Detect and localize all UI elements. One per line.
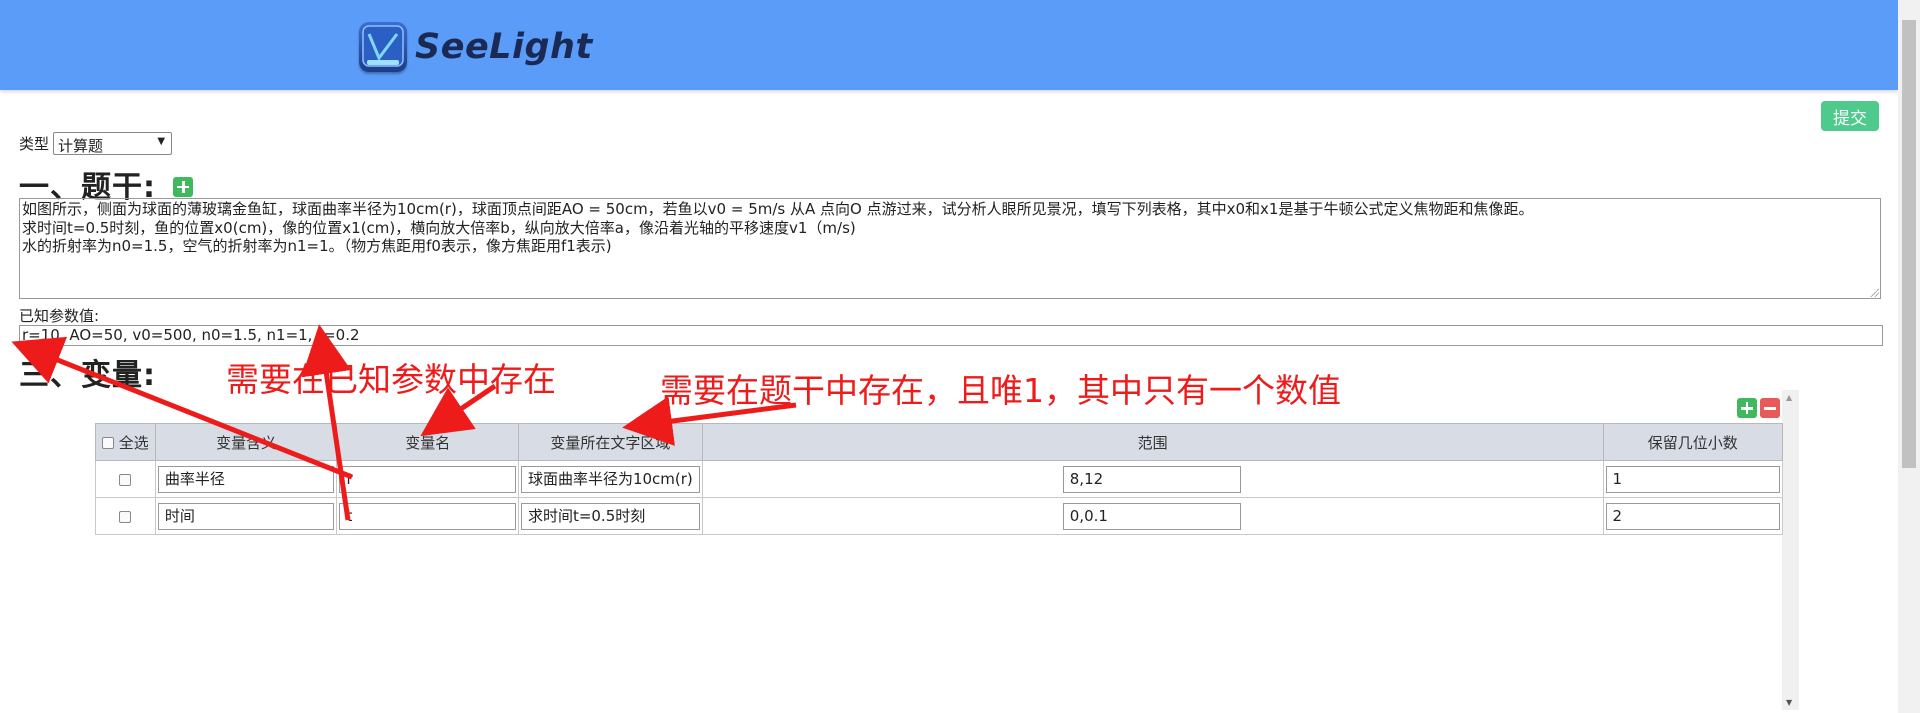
column-header: 范围	[701, 423, 1604, 461]
stem-line: 如图所示，侧面为球面的薄玻璃金鱼缸，球面曲率半径为10cm(r)，球面顶点间距A…	[22, 200, 1534, 218]
decimals-cell: 1	[1602, 460, 1783, 498]
remove-row-icon[interactable]	[1760, 398, 1780, 418]
table-scrollbar[interactable]: ▲ ▼	[1782, 390, 1799, 710]
resize-handle-icon[interactable]	[1869, 287, 1879, 297]
range-cell: 0,0.1	[701, 497, 1604, 535]
table-row: 时间 t 求时间t=0.5时刻 0,0.1 2	[95, 497, 1783, 535]
logo[interactable]: SeeLight	[359, 22, 593, 72]
table-header-row: 全选 变量含义 变量名 变量所在文字区域 范围 保留几位小数	[95, 423, 1783, 461]
submit-button[interactable]: 提交	[1821, 101, 1879, 131]
scrollbar-thumb[interactable]	[1902, 20, 1916, 468]
row-checkbox[interactable]	[119, 473, 132, 486]
column-header: 变量名	[336, 423, 519, 461]
dropdown-arrow-icon: ▼	[157, 136, 166, 147]
row-checkbox[interactable]	[119, 510, 132, 523]
logo-icon	[359, 22, 407, 72]
stem-line: 求时间t=0.5时刻，鱼的位置x0(cm)，像的位置x1(cm)，横向放大倍率b…	[22, 218, 856, 237]
type-label: 类型	[19, 135, 50, 153]
section-vars-heading: 三、变量:	[19, 350, 156, 394]
type-row: 类型 计算题 ▼	[19, 132, 173, 155]
column-header: 变量含义	[154, 423, 338, 461]
select-all-label: 全选	[118, 433, 149, 452]
known-params-input[interactable]: r=10, AO=50, v0=500, n0=1.5, n1=1, t=0.2	[19, 325, 1883, 346]
scroll-down-icon[interactable]: ▼	[1786, 698, 1792, 707]
region-input[interactable]: 求时间t=0.5时刻	[520, 502, 700, 530]
stem-line: 水的折射率为n0=1.5，空气的折射率为n1=1。（物方焦距用f0表示，像方焦距…	[22, 237, 612, 255]
decimals-input[interactable]: 1	[1605, 465, 1780, 493]
meaning-cell: 曲率半径	[154, 460, 338, 498]
column-header: 保留几位小数	[1602, 423, 1783, 461]
region-cell: 球面曲率半径为10cm(r)	[517, 460, 703, 498]
column-header: 变量所在文字区域	[517, 423, 703, 461]
type-select-value: 计算题	[58, 137, 104, 155]
decimals-input[interactable]: 2	[1605, 502, 1780, 530]
name-input[interactable]: r	[339, 465, 516, 493]
annotation-stem-unique: 需要在题干中存在，且唯1，其中只有一个数值	[660, 371, 1341, 410]
annotation-known-params: 需要在已知参数中存在	[226, 360, 556, 399]
add-stem-icon[interactable]	[173, 176, 194, 197]
row-select-cell	[95, 497, 156, 535]
region-input[interactable]: 球面曲率半径为10cm(r)	[520, 465, 700, 493]
range-input[interactable]: 8,12	[1062, 465, 1241, 493]
stem-textarea[interactable]: 如图所示，侧面为球面的薄玻璃金鱼缸，球面曲率半径为10cm(r)，球面顶点间距A…	[19, 198, 1881, 299]
known-params-label: 已知参数值:	[19, 307, 100, 325]
page-scrollbar[interactable]	[1898, 0, 1920, 713]
range-cell: 8,12	[701, 460, 1604, 498]
meaning-input[interactable]: 时间	[157, 502, 335, 530]
table-tools	[1737, 398, 1780, 418]
name-cell: r	[336, 460, 519, 498]
section-vars-title: 三、变量:	[19, 358, 156, 393]
scroll-up-icon[interactable]: ▲	[1786, 393, 1792, 402]
region-cell: 求时间t=0.5时刻	[517, 497, 703, 535]
name-input[interactable]: t	[339, 502, 516, 530]
variables-table: 全选 变量含义 变量名 变量所在文字区域 范围 保留几位小数 曲率半径 r 球面…	[95, 423, 1783, 535]
app-header: SeeLight	[0, 0, 1898, 90]
meaning-cell: 时间	[154, 497, 338, 535]
table-row: 曲率半径 r 球面曲率半径为10cm(r) 8,12 1	[95, 460, 1783, 498]
logo-text: SeeLight	[415, 27, 593, 67]
select-all-header[interactable]: 全选	[95, 423, 156, 461]
meaning-input[interactable]: 曲率半径	[157, 465, 335, 493]
name-cell: t	[336, 497, 519, 535]
decimals-cell: 2	[1602, 497, 1783, 535]
range-input[interactable]: 0,0.1	[1062, 502, 1241, 530]
select-all-checkbox[interactable]	[102, 437, 115, 449]
row-select-cell	[95, 460, 156, 498]
add-row-icon[interactable]	[1737, 398, 1757, 418]
type-select[interactable]: 计算题 ▼	[53, 132, 173, 155]
